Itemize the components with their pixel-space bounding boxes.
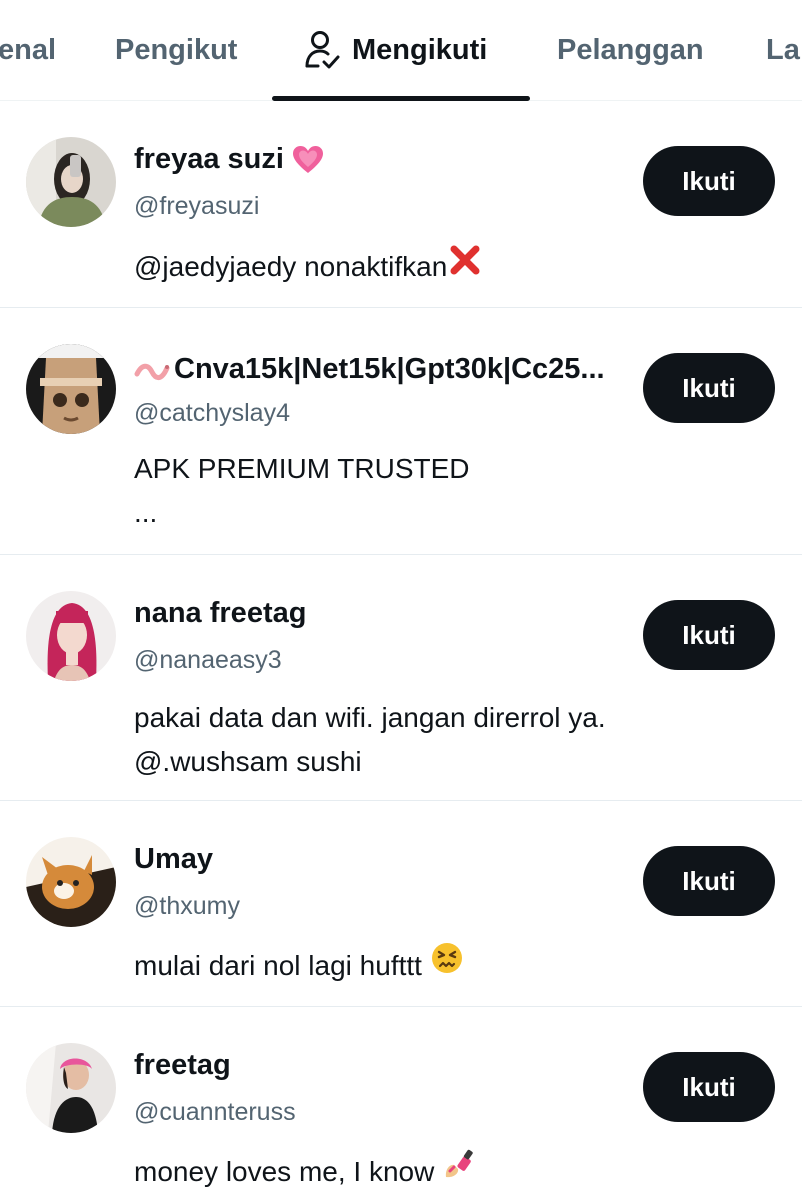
tab-kenal[interactable]: enal [0, 0, 56, 100]
user-bio: pakai data dan wifi. jangan direrrol ya.… [134, 702, 606, 777]
user-handle[interactable]: @freyasuzi [134, 192, 259, 221]
user-handle[interactable]: @thxumy [134, 892, 240, 921]
cross-mark-icon [449, 244, 481, 276]
follow-button[interactable]: Ikuti [643, 146, 775, 216]
tab-mengikuti[interactable]: Mengikuti [304, 0, 487, 100]
tab-label: Pengikut [115, 33, 238, 66]
user-handle[interactable]: @cuannteruss [134, 1098, 296, 1127]
tab-pelanggan[interactable]: Pelanggan [557, 0, 704, 100]
avatar[interactable] [26, 837, 116, 927]
display-name[interactable]: freetag [134, 1049, 231, 1082]
avatar[interactable] [26, 344, 116, 434]
display-name[interactable]: nana freetag [134, 597, 306, 630]
tab-label: La [766, 33, 800, 66]
tab-bar: enal Pengikut Mengikuti Pelanggan La [0, 0, 802, 101]
tab-la[interactable]: La [766, 0, 800, 100]
user-bio: APK PREMIUM TRUSTED ... [134, 453, 470, 528]
display-name[interactable]: Cnva15k|Net15k|Gpt30k|Cc25... [134, 353, 605, 386]
follow-button[interactable]: Ikuti [643, 600, 775, 670]
avatar[interactable] [26, 137, 116, 227]
user-row[interactable]: Umay @thxumy mulai dari nol lagi hufttt … [0, 801, 802, 1007]
persevering-face-icon [430, 941, 464, 975]
follow-button[interactable]: Ikuti [643, 353, 775, 423]
user-row[interactable]: freetag @cuannteruss money loves me, I k… [0, 1007, 802, 1200]
display-name[interactable]: Umay [134, 843, 213, 876]
user-handle[interactable]: @catchyslay4 [134, 399, 290, 428]
nail-polish-icon [442, 1147, 476, 1181]
user-row[interactable]: Cnva15k|Net15k|Gpt30k|Cc25... @catchysla… [0, 308, 802, 555]
tab-label: Pelanggan [557, 33, 704, 66]
user-row[interactable]: nana freetag @nanaeasy3 pakai data dan w… [0, 555, 802, 801]
follow-button[interactable]: Ikuti [643, 1052, 775, 1122]
user-bio: mulai dari nol lagi hufttt [134, 941, 464, 988]
tab-label: enal [0, 33, 57, 66]
tab-label: Mengikuti [352, 33, 488, 66]
user-row[interactable]: freyaa suzi @freyasuzi @jaedyjaedy nonak… [0, 101, 802, 308]
avatar[interactable] [26, 591, 116, 681]
user-bio: @jaedyjaedy nonaktifkan [134, 244, 481, 289]
user-check-icon [304, 30, 340, 70]
user-handle[interactable]: @nanaeasy3 [134, 646, 282, 675]
tab-pengikut[interactable]: Pengikut [115, 0, 237, 100]
display-name[interactable]: freyaa suzi [134, 143, 324, 176]
user-bio: money loves me, I know [134, 1147, 476, 1194]
pink-heart-icon [292, 145, 324, 175]
follow-button[interactable]: Ikuti [643, 846, 775, 916]
worm-icon [134, 358, 170, 382]
avatar[interactable] [26, 1043, 116, 1133]
